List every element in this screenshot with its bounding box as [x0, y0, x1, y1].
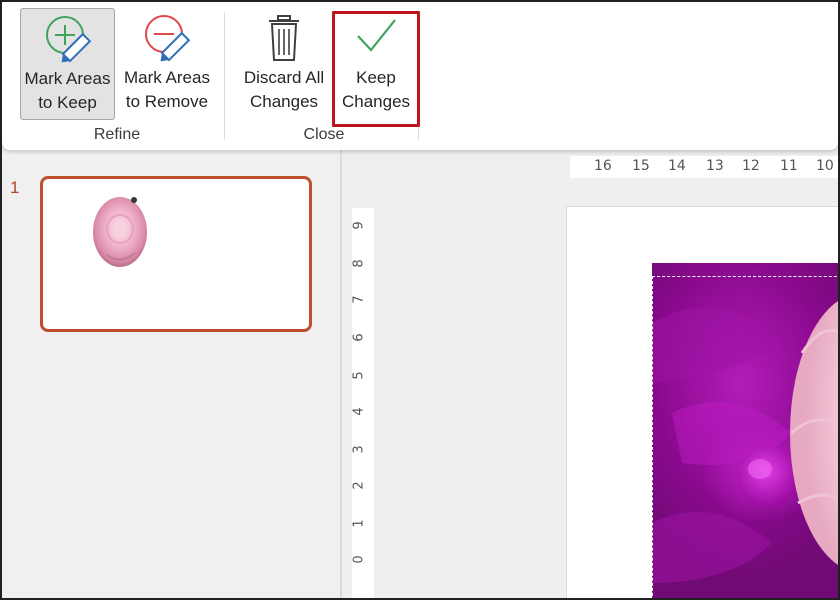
- flower-photo-background-removal[interactable]: [652, 263, 840, 600]
- ruler-tick: 14: [668, 158, 686, 174]
- ruler-tick: 1: [351, 519, 367, 528]
- mark-areas-to-keep-button[interactable]: Mark Areas to Keep: [20, 8, 115, 120]
- mark-remove-label-line1: Mark Areas: [124, 68, 210, 87]
- ruler-tick: 4: [351, 407, 367, 416]
- ruler-tick: 16: [594, 158, 612, 174]
- ruler-tick: 8: [351, 259, 367, 268]
- minus-pencil-icon: [140, 12, 194, 66]
- horizontal-ruler: 16 15 14 13 12 11 10: [570, 156, 838, 178]
- plus-pencil-icon: [41, 13, 95, 67]
- mark-areas-to-remove-button[interactable]: Mark Areas to Remove: [118, 8, 216, 120]
- ruler-tick: 2: [351, 481, 367, 490]
- selection-marquee: [652, 276, 840, 600]
- discard-label-line1: Discard All: [243, 68, 325, 87]
- close-group-label: Close: [303, 126, 345, 143]
- mark-keep-label-line1: Mark Areas: [24, 69, 111, 88]
- ruler-tick: 7: [351, 295, 367, 304]
- ruler-tick: 15: [632, 158, 650, 174]
- slide-thumbnail-pane: 1: [2, 150, 340, 598]
- slide-thumbnail[interactable]: [40, 176, 312, 332]
- vertical-ruler: 9 8 7 6 5 4 3 2 1 0: [352, 208, 374, 600]
- flower-thumbnail-image: [93, 197, 147, 267]
- ruler-tick: 3: [351, 445, 367, 454]
- ribbon: Mark Areas to Keep Mark Areas to Remove: [2, 2, 838, 150]
- slide-number: 1: [10, 178, 20, 197]
- group-separator: [224, 12, 225, 140]
- ruler-tick: 12: [742, 158, 760, 174]
- ruler-tick: 6: [351, 333, 367, 342]
- ruler-tick: 9: [351, 221, 367, 230]
- ruler-tick: 13: [706, 158, 724, 174]
- discard-label-line2: Changes: [249, 92, 319, 111]
- refine-group-label: Refine: [93, 126, 141, 143]
- ruler-tick: 0: [351, 555, 367, 564]
- ruler-tick: 11: [780, 158, 798, 174]
- ruler-tick: 10: [816, 158, 834, 174]
- mark-keep-label-line2: to Keep: [38, 93, 97, 112]
- ruler-tick: 5: [351, 371, 367, 380]
- keep-changes-highlight: [332, 11, 420, 127]
- trash-icon: [257, 12, 311, 66]
- mark-remove-label-line2: to Remove: [125, 92, 209, 111]
- discard-all-changes-button[interactable]: Discard All Changes: [236, 8, 332, 120]
